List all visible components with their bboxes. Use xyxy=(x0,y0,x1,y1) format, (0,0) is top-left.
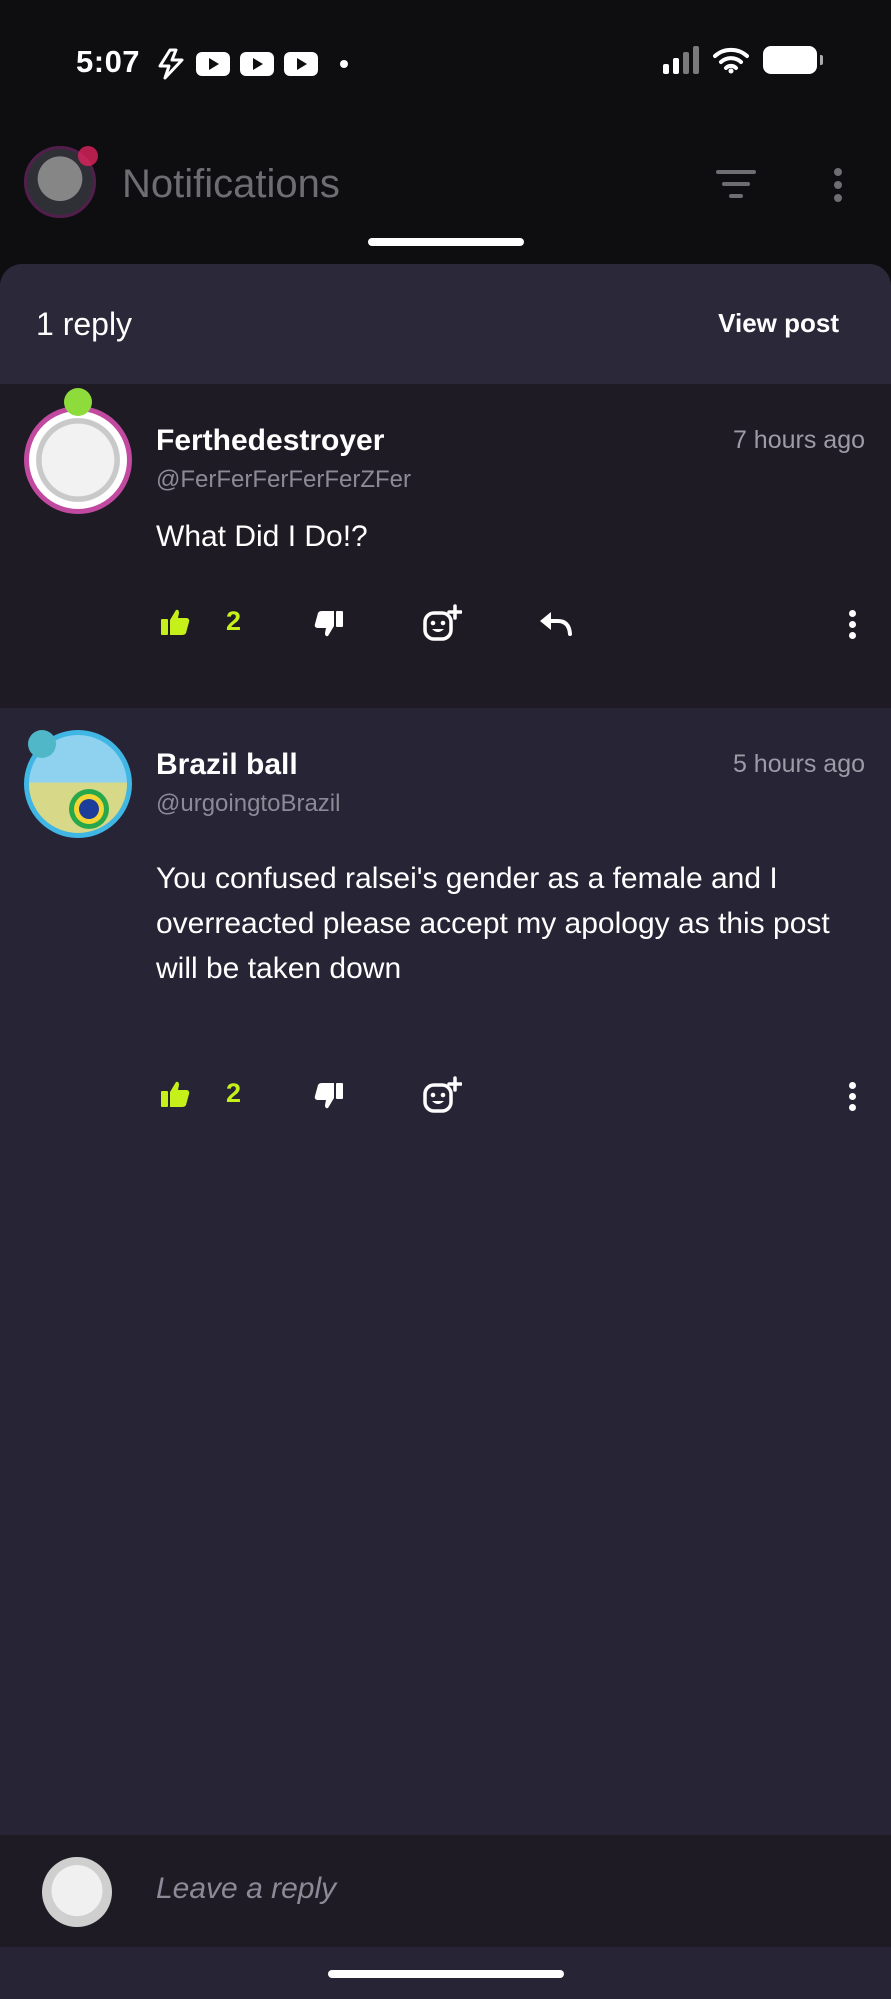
home-indicator[interactable] xyxy=(328,1970,564,1978)
status-time: 5:07 xyxy=(76,44,141,79)
user-handle: @FerFerFerFerFerZFer xyxy=(156,466,412,493)
reply-arrow-icon[interactable] xyxy=(538,610,572,636)
add-reaction-icon[interactable] xyxy=(422,604,462,642)
avatar-accessory-icon xyxy=(28,730,56,758)
comment-body: You confused ralsei's gender as a female… xyxy=(156,862,830,985)
more-vertical-icon[interactable] xyxy=(846,610,858,643)
like-count: 2 xyxy=(226,1078,242,1108)
reply-comment: Brazil ball @urgoingtoBrazil 5 hours ago… xyxy=(0,708,891,1128)
comment-actions: 2 xyxy=(156,1076,876,1116)
status-bar: 5:07 xyxy=(0,0,891,110)
avatar-accessory-icon xyxy=(64,388,92,416)
sheet-drag-handle[interactable] xyxy=(368,238,524,246)
thumbs-down-icon[interactable] xyxy=(314,1082,344,1110)
thumbs-down-icon[interactable] xyxy=(314,610,344,638)
timestamp: 7 hours ago xyxy=(732,426,865,454)
notifications-screen: 5:07 Notifications 1 reply View post Fer… xyxy=(0,0,891,1999)
youtube-icon xyxy=(284,52,318,76)
reply-input[interactable] xyxy=(156,1861,836,1917)
view-post-button[interactable]: View post xyxy=(718,308,839,339)
username[interactable]: Brazil ball xyxy=(156,748,298,782)
top-app-bar: Notifications xyxy=(0,130,891,240)
reply-composer xyxy=(0,1835,891,1947)
timestamp: 5 hours ago xyxy=(732,750,865,778)
like-count: 2 xyxy=(226,606,242,636)
more-vertical-icon[interactable] xyxy=(846,1082,858,1115)
sheet-header: 1 reply View post xyxy=(0,264,891,384)
add-reaction-icon[interactable] xyxy=(422,1076,462,1114)
page-title: Notifications xyxy=(122,162,340,206)
parent-comment: Ferthedestroyer @FerFerFerFerFerZFer 7 h… xyxy=(0,384,891,708)
more-vertical-icon[interactable] xyxy=(832,168,844,207)
dot-icon xyxy=(340,60,348,68)
reply-count: 1 reply xyxy=(36,306,133,342)
thumbs-up-icon[interactable] xyxy=(160,1080,190,1108)
brazil-ball-icon xyxy=(69,789,109,829)
user-handle: @urgoingtoBrazil xyxy=(156,790,341,817)
comment-body: What Did I Do!? xyxy=(156,520,368,553)
filter-icon[interactable] xyxy=(714,170,758,200)
status-system-icons xyxy=(663,46,823,74)
battery-icon xyxy=(763,46,823,74)
youtube-icon xyxy=(240,52,274,76)
notification-badge xyxy=(78,146,98,166)
replies-sheet: 1 reply View post Ferthedestroyer @FerFe… xyxy=(0,264,891,1999)
flash-icon xyxy=(158,48,184,80)
avatar xyxy=(42,1857,112,1927)
avatar[interactable] xyxy=(24,406,132,514)
thumbs-up-icon[interactable] xyxy=(160,608,190,636)
comment-actions: 2 xyxy=(156,604,876,644)
youtube-icon xyxy=(196,52,230,76)
status-notification-icons xyxy=(156,48,348,80)
wifi-icon xyxy=(713,47,749,74)
signal-icon xyxy=(663,46,699,74)
username[interactable]: Ferthedestroyer xyxy=(156,424,384,458)
